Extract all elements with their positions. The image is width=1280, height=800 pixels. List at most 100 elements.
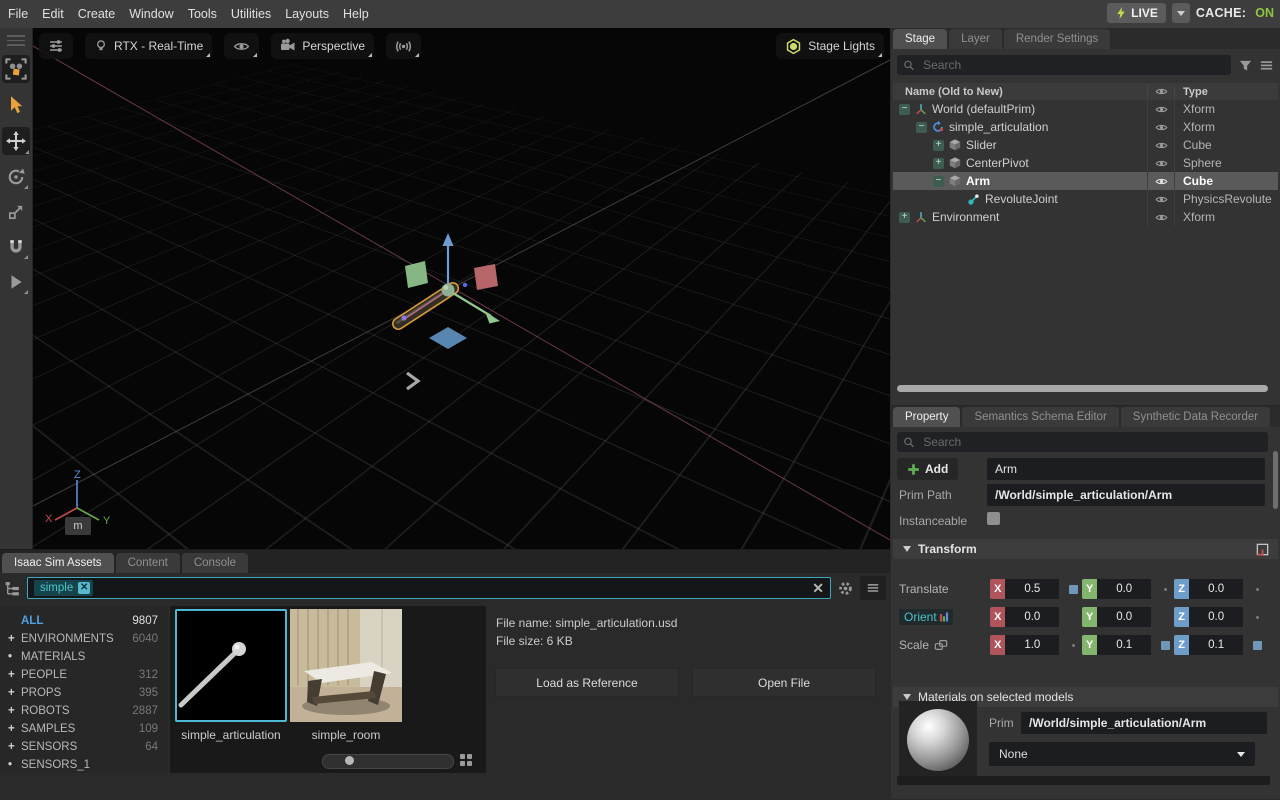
- gizmo-plane-xy[interactable]: [429, 327, 467, 349]
- property-search[interactable]: [897, 432, 1268, 452]
- gizmo-y-arrow[interactable]: [448, 290, 491, 316]
- collapse-toggle[interactable]: [899, 104, 910, 115]
- add-property-button[interactable]: Add: [897, 458, 958, 480]
- menu-utilities[interactable]: Utilities: [231, 7, 271, 21]
- category-materials[interactable]: •MATERIALS: [0, 648, 168, 666]
- grid-view-button[interactable]: [458, 752, 474, 768]
- live-button[interactable]: LIVE: [1107, 3, 1166, 23]
- tab-content[interactable]: Content: [116, 553, 180, 573]
- live-dropdown-button[interactable]: [1172, 3, 1190, 23]
- stage-lights-button[interactable]: Stage Lights: [776, 33, 884, 59]
- list-view-button[interactable]: [860, 576, 886, 600]
- display-options-button[interactable]: [224, 33, 259, 59]
- visibility-eye-icon[interactable]: [1147, 136, 1174, 154]
- filter-icon[interactable]: [1238, 58, 1253, 73]
- menu-help[interactable]: Help: [343, 7, 369, 21]
- menu-create[interactable]: Create: [78, 7, 116, 21]
- expand-toggle[interactable]: [899, 212, 910, 223]
- tree-header[interactable]: Name (Old to New) Type: [893, 83, 1278, 100]
- expand-toggle[interactable]: [933, 140, 944, 151]
- prim-path-field[interactable]: /World/simple_articulation/Arm: [987, 484, 1265, 506]
- translate-z-field[interactable]: 0.0: [1189, 579, 1243, 599]
- orient-y-field[interactable]: 0.0: [1097, 607, 1151, 627]
- open-file-button[interactable]: Open File: [692, 668, 876, 697]
- transform-section-header[interactable]: Transform: [893, 539, 1278, 559]
- name-column-header[interactable]: Name (Old to New): [893, 86, 1147, 98]
- menu-tools[interactable]: Tools: [188, 7, 217, 21]
- category-all[interactable]: ALL9807: [0, 612, 168, 630]
- changed-indicator[interactable]: [1161, 641, 1170, 650]
- tab-synthetic-data-recorder[interactable]: Synthetic Data Recorder: [1121, 407, 1270, 427]
- visibility-eye-icon[interactable]: [1147, 172, 1174, 190]
- scale-y-field[interactable]: 0.1: [1097, 635, 1151, 655]
- gear-icon[interactable]: [837, 580, 854, 597]
- menu-layouts[interactable]: Layouts: [285, 7, 329, 21]
- tab-console[interactable]: Console: [182, 553, 248, 573]
- visibility-eye-icon[interactable]: [1147, 100, 1174, 118]
- category-people[interactable]: +PEOPLE312: [0, 666, 168, 684]
- transform-stack-icon[interactable]: [1255, 542, 1270, 557]
- gizmo-x-arrow[interactable]: [403, 290, 448, 320]
- table-row[interactable]: RevoluteJoint PhysicsRevolute: [893, 190, 1278, 208]
- material-select[interactable]: None: [989, 742, 1255, 766]
- camera-button[interactable]: Perspective: [271, 33, 374, 59]
- tab-semantics-schema-editor[interactable]: Semantics Schema Editor: [962, 407, 1118, 427]
- snap-tool-button[interactable]: [3, 234, 29, 260]
- options-menu-icon[interactable]: [1259, 58, 1274, 73]
- toolbar-grip[interactable]: [0, 28, 32, 46]
- category-props[interactable]: +PROPS395: [0, 684, 168, 702]
- scale-tool-button[interactable]: [3, 199, 29, 225]
- table-row[interactable]: simple_articulation Xform: [893, 118, 1278, 136]
- category-environments[interactable]: +ENVIRONMENTS6040: [0, 630, 168, 648]
- filter-chip[interactable]: simple ✕: [34, 580, 93, 596]
- menu-file[interactable]: File: [8, 7, 28, 21]
- asset-thumbnail-simple-articulation[interactable]: [175, 609, 287, 722]
- renderer-button[interactable]: RTX - Real-Time: [85, 33, 212, 59]
- translate-x-field[interactable]: 0.5: [1005, 579, 1059, 599]
- collapse-toggle[interactable]: [933, 176, 944, 187]
- scale-z-field[interactable]: 0.1: [1189, 635, 1243, 655]
- orient-label[interactable]: Orient: [899, 609, 953, 625]
- collapse-toggle[interactable]: [916, 122, 927, 133]
- category-sensors[interactable]: +SENSORS64: [0, 738, 168, 756]
- visibility-eye-icon[interactable]: [1147, 118, 1174, 136]
- table-row[interactable]: Environment Xform: [893, 208, 1278, 226]
- tab-isaac-sim-assets[interactable]: Isaac Sim Assets: [2, 553, 114, 573]
- tab-stage[interactable]: Stage: [893, 29, 947, 49]
- asset-search-input[interactable]: simple ✕ ✕: [27, 577, 831, 599]
- rotate-tool-button[interactable]: [3, 164, 29, 190]
- visibility-eye-icon[interactable]: [1147, 154, 1174, 172]
- link-icon[interactable]: [934, 638, 948, 652]
- material-prim-field[interactable]: /World/simple_articulation/Arm: [1021, 712, 1267, 734]
- changed-indicator[interactable]: [1253, 641, 1262, 650]
- chip-close-icon[interactable]: ✕: [78, 582, 90, 594]
- viewport-3d[interactable]: RTX - Real-Time Perspective Stage Lights…: [33, 28, 890, 549]
- load-as-reference-button[interactable]: Load as Reference: [495, 668, 679, 697]
- viewport-expand-chevron[interactable]: [407, 373, 418, 389]
- clear-search-icon[interactable]: ✕: [812, 580, 824, 597]
- play-button[interactable]: [3, 269, 29, 295]
- instanceable-checkbox[interactable]: [987, 512, 1000, 525]
- visibility-eye-icon[interactable]: [1147, 208, 1174, 226]
- translate-y-field[interactable]: 0.0: [1097, 579, 1151, 599]
- category-robots[interactable]: +ROBOTS2887: [0, 702, 168, 720]
- tab-render-settings[interactable]: Render Settings: [1004, 29, 1110, 49]
- menu-edit[interactable]: Edit: [42, 7, 64, 21]
- changed-indicator[interactable]: [1069, 585, 1078, 594]
- category-sensors-1[interactable]: •SENSORS_1: [0, 756, 168, 774]
- menu-window[interactable]: Window: [129, 7, 173, 21]
- vertical-scrollbar[interactable]: [1273, 451, 1278, 509]
- orient-z-field[interactable]: 0.0: [1189, 607, 1243, 627]
- category-samples[interactable]: +SAMPLES109: [0, 720, 168, 738]
- expand-toggle[interactable]: [933, 158, 944, 169]
- stage-search[interactable]: [897, 55, 1231, 75]
- selection-mode-button[interactable]: [2, 55, 30, 83]
- table-row[interactable]: CenterPivot Sphere: [893, 154, 1278, 172]
- table-row[interactable]: Slider Cube: [893, 136, 1278, 154]
- capture-button[interactable]: [386, 33, 421, 59]
- prim-name-field[interactable]: Arm: [987, 458, 1265, 480]
- orientation-gizmo[interactable]: Z X Y m: [43, 468, 119, 533]
- tab-layer[interactable]: Layer: [949, 29, 1002, 49]
- tab-property[interactable]: Property: [893, 407, 960, 427]
- type-column-header[interactable]: Type: [1174, 86, 1278, 98]
